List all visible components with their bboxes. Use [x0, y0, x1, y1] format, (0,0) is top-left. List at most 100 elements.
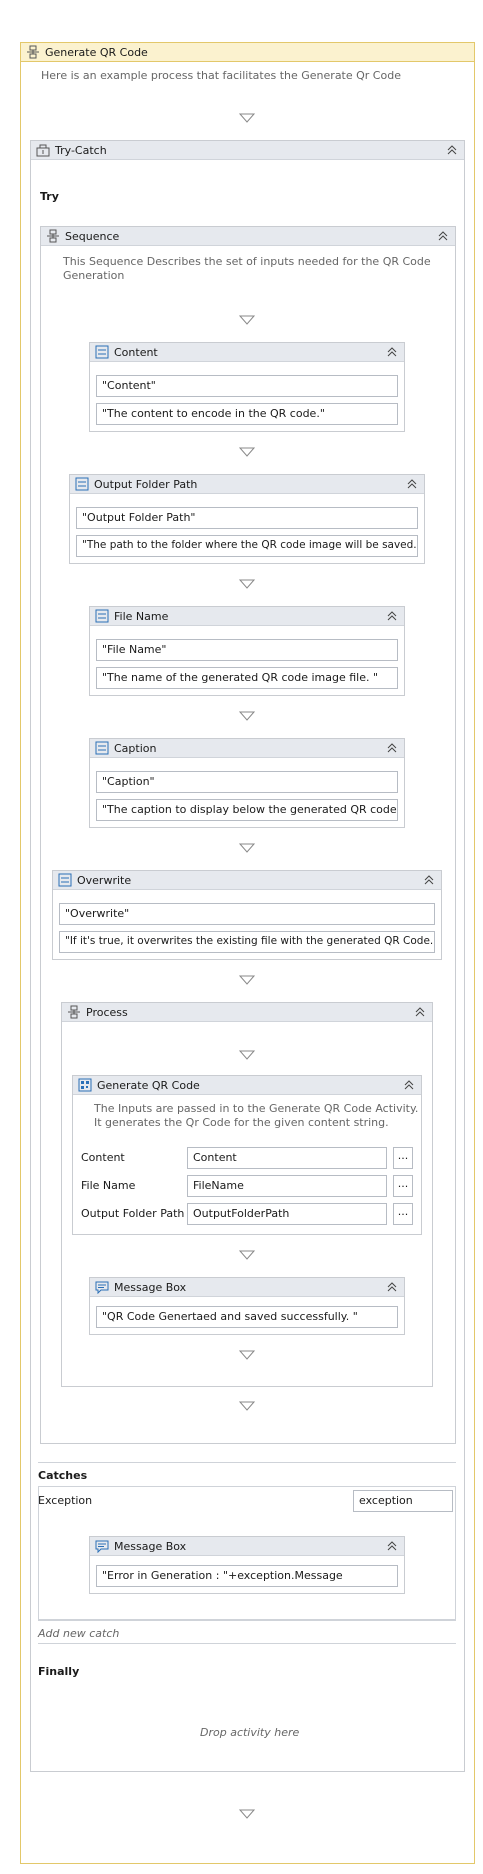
argument-header[interactable]: Content	[90, 343, 404, 362]
exception-variable-field[interactable]: exception	[353, 1490, 453, 1512]
collapse-icon[interactable]	[385, 1539, 399, 1553]
property-label-file-name: File Name	[81, 1179, 136, 1192]
argument-header[interactable]: Caption	[90, 739, 404, 758]
argument-description-field[interactable]: "The caption to display below the genera…	[96, 799, 398, 821]
argument-activity-overwrite: Overwrite "Overwrite" "If it's true, it …	[52, 870, 442, 960]
qr-code-icon	[78, 1078, 92, 1092]
argument-description-field[interactable]: "The content to encode in the QR code."	[96, 403, 398, 425]
property-output-folder-path-ellipsis-button[interactable]: ...	[393, 1203, 413, 1225]
property-file-name-input[interactable]: FileName	[187, 1175, 387, 1197]
flow-arrow-icon	[239, 315, 255, 325]
generate-qr-code-activity: Generate QR Code The Inputs are passed i…	[72, 1075, 422, 1235]
generate-qr-code-description-line1: The Inputs are passed in to the Generate…	[94, 1102, 419, 1115]
sequence-description-line1: This Sequence Describes the set of input…	[63, 255, 431, 268]
flow-arrow-icon	[239, 1050, 255, 1060]
argument-description-field[interactable]: "The path to the folder where the QR cod…	[76, 535, 418, 557]
try-catch-header[interactable]: Try-Catch	[31, 141, 464, 160]
argument-description-field[interactable]: "If it's true, it overwrites the existin…	[59, 931, 435, 953]
argument-description-field[interactable]: "The name of the generated QR code image…	[96, 667, 398, 689]
argument-activity-output-folder-path: Output Folder Path "Output Folder Path" …	[69, 474, 425, 564]
flow-arrow-icon	[239, 1350, 255, 1360]
argument-activity-file-name: File Name "File Name" "The name of the g…	[89, 606, 405, 696]
argument-name-field[interactable]: "Content"	[96, 375, 398, 397]
assign-icon	[75, 477, 89, 491]
sequence-header[interactable]: Sequence	[41, 227, 455, 246]
argument-title: Overwrite	[77, 874, 132, 887]
flow-arrow-icon	[239, 579, 255, 589]
argument-name-field[interactable]: "Overwrite"	[59, 903, 435, 925]
message-box-icon	[95, 1540, 109, 1553]
message-box-header[interactable]: Message Box	[90, 1278, 404, 1297]
flowchart-icon	[27, 45, 39, 59]
flow-arrow-icon	[239, 711, 255, 721]
argument-activity-content: Content "Content" "The content to encode…	[89, 342, 405, 432]
collapse-icon[interactable]	[436, 229, 450, 243]
flow-arrow-icon	[239, 1401, 255, 1411]
sequence-title: Sequence	[65, 230, 120, 243]
argument-header[interactable]: File Name	[90, 607, 404, 626]
flow-arrow-icon	[239, 975, 255, 985]
message-box-title: Message Box	[114, 1540, 187, 1553]
collapse-icon[interactable]	[385, 609, 399, 623]
generate-qr-code-description-line2: It generates the Qr Code for the given c…	[94, 1116, 389, 1129]
flow-arrow-icon	[239, 113, 255, 123]
sequence-icon	[47, 229, 59, 243]
add-new-catch-link[interactable]: Add new catch	[38, 1627, 119, 1640]
argument-title: Output Folder Path	[94, 478, 198, 491]
collapse-icon[interactable]	[413, 1005, 427, 1019]
finally-label: Finally	[38, 1665, 80, 1678]
assign-icon	[95, 609, 109, 623]
message-box-header[interactable]: Message Box	[90, 1537, 404, 1556]
argument-name-field[interactable]: "File Name"	[96, 639, 398, 661]
argument-title: File Name	[114, 610, 169, 623]
drop-activity-hint[interactable]: Drop activity here	[200, 1726, 299, 1739]
message-text-field[interactable]: "QR Code Genertaed and saved successfull…	[96, 1306, 398, 1328]
collapse-icon[interactable]	[445, 143, 459, 157]
workflow-title: Generate QR Code	[45, 46, 148, 59]
message-box-icon	[95, 1281, 109, 1294]
collapse-icon[interactable]	[385, 741, 399, 755]
argument-title: Caption	[114, 742, 157, 755]
flow-arrow-icon	[239, 1250, 255, 1260]
catches-separator	[38, 1462, 456, 1463]
argument-title: Content	[114, 346, 158, 359]
message-box-activity: Message Box "QR Code Genertaed and saved…	[89, 1277, 405, 1335]
generate-qr-code-header[interactable]: Generate QR Code	[73, 1076, 421, 1095]
property-label-output-folder-path: Output Folder Path	[81, 1207, 185, 1220]
argument-header[interactable]: Overwrite	[53, 871, 441, 890]
sequence-description-line2: Generation	[63, 269, 125, 282]
argument-name-field[interactable]: "Caption"	[96, 771, 398, 793]
exception-type-label: Exception	[38, 1494, 93, 1507]
sequence-icon	[68, 1005, 80, 1019]
workflow-header[interactable]: Generate QR Code	[21, 43, 474, 62]
argument-name-field[interactable]: "Output Folder Path"	[76, 507, 418, 529]
process-header[interactable]: Process	[62, 1003, 432, 1022]
flow-arrow-icon	[239, 1809, 255, 1819]
catches-label: Catches	[38, 1469, 88, 1482]
argument-activity-caption: Caption "Caption" "The caption to displa…	[89, 738, 405, 828]
property-output-folder-path-input[interactable]: OutputFolderPath	[187, 1203, 387, 1225]
add-catch-separator	[38, 1620, 456, 1621]
collapse-icon[interactable]	[402, 1078, 416, 1092]
collapse-icon[interactable]	[405, 477, 419, 491]
property-file-name-ellipsis-button[interactable]: ...	[393, 1175, 413, 1197]
workflow-description: Here is an example process that facilita…	[41, 69, 401, 82]
property-label-content: Content	[81, 1151, 125, 1164]
message-text-field[interactable]: "Error in Generation : "+exception.Messa…	[96, 1565, 398, 1587]
collapse-icon[interactable]	[385, 1280, 399, 1294]
assign-icon	[95, 741, 109, 755]
property-content-ellipsis-button[interactable]: ...	[393, 1147, 413, 1169]
flow-arrow-icon	[239, 843, 255, 853]
collapse-icon[interactable]	[385, 345, 399, 359]
argument-header[interactable]: Output Folder Path	[70, 475, 424, 494]
assign-icon	[58, 873, 72, 887]
try-catch-icon	[36, 144, 50, 157]
collapse-icon[interactable]	[422, 873, 436, 887]
property-content-input[interactable]: Content	[187, 1147, 387, 1169]
finally-separator	[38, 1643, 456, 1644]
assign-icon	[95, 345, 109, 359]
generate-qr-code-title: Generate QR Code	[97, 1079, 200, 1092]
try-catch-title: Try-Catch	[55, 144, 107, 157]
catch-message-box-activity: Message Box "Error in Generation : "+exc…	[89, 1536, 405, 1594]
try-label: Try	[40, 190, 59, 203]
